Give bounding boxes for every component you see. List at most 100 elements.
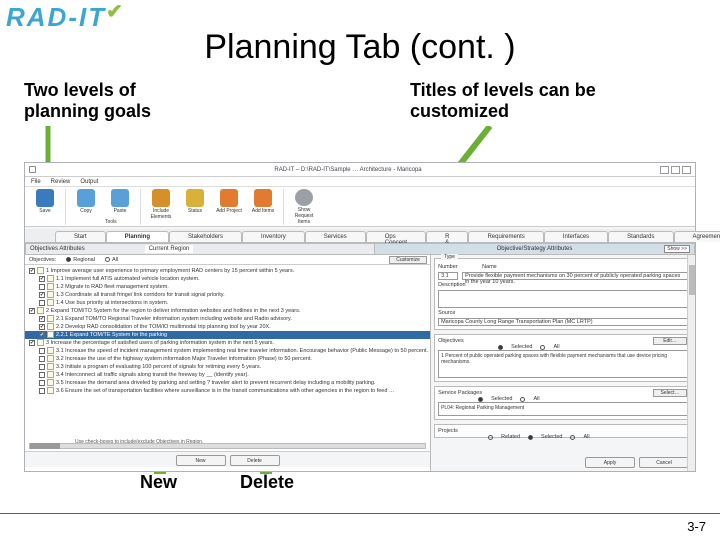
ribbon-add-items[interactable]: Add Items (247, 189, 279, 225)
tab-services[interactable]: Services (305, 231, 366, 242)
obj-radio-selected[interactable] (498, 345, 503, 350)
menu-review[interactable]: Review (51, 179, 71, 185)
minimize-icon[interactable] (660, 166, 669, 174)
objective-item[interactable]: 3 Increase the percentage of satisfied u… (25, 339, 430, 347)
new-button[interactable]: New (176, 455, 226, 466)
objective-text: 1.4 Use bus priority at intersections in… (56, 299, 168, 307)
source-input[interactable]: Maricopa County Long Range Transportatio… (438, 318, 688, 326)
edit-button[interactable]: Edit… (653, 337, 687, 345)
sp-listbox[interactable]: PL04: Regional Parking Management (438, 402, 688, 416)
objective-item[interactable]: 3.2 Increase the use of the highway syst… (25, 355, 430, 363)
tab-interfaces[interactable]: Interfaces (544, 231, 608, 242)
objective-item[interactable]: 1.2 Migrate to RAD fleet management syst… (25, 283, 430, 291)
maximize-icon[interactable] (671, 166, 680, 174)
checkbox-icon[interactable] (39, 284, 45, 290)
type-label: Type (441, 254, 458, 260)
ribbon-status[interactable]: Status (179, 189, 211, 225)
ribbon-include[interactable]: Include Elements (145, 189, 177, 225)
radio-all[interactable]: All (105, 257, 118, 263)
objective-item[interactable]: 1.4 Use bus priority at intersections in… (25, 299, 430, 307)
objective-item[interactable]: 3.5 Increase the demand area driveled by… (25, 379, 430, 387)
footer-rule (0, 513, 720, 514)
note-icon (47, 371, 54, 378)
note-icon (37, 339, 44, 346)
objective-item[interactable]: 3.4 Interconnect all traffic signals alo… (25, 371, 430, 379)
objective-item[interactable]: 2.2.1 Expand TOM/TE System for the parki… (25, 331, 430, 339)
objective-item[interactable]: 3.3 Initiate a program of evaluating 100… (25, 363, 430, 371)
ribbon-add-project[interactable]: Add Project (213, 189, 245, 225)
obj-listbox[interactable]: 1 Percent of public operated parking spa… (438, 350, 688, 378)
name-input[interactable]: Provide flexible payment mechanisms on 3… (462, 272, 688, 280)
objective-item[interactable]: 2 Expand TOM/TO System for the region to… (25, 307, 430, 315)
checkbox-icon[interactable] (39, 316, 45, 322)
sp-radio-all[interactable] (520, 397, 525, 402)
note-icon (47, 283, 54, 290)
sp-radio-selected[interactable] (478, 397, 483, 402)
tabbar[interactable]: Start Planning Stakeholders Inventory Se… (25, 229, 695, 243)
ribbon-show-request[interactable]: Show Request Items (288, 189, 320, 225)
objective-item[interactable]: 1 Improve average user experience to pri… (25, 267, 430, 275)
checkbox-icon[interactable] (39, 380, 45, 386)
cancel-button[interactable]: Cancel (639, 457, 689, 468)
window-title: RAD-IT – D:\RAD-IT\Sample … Architecture… (274, 167, 421, 173)
menu-output[interactable]: Output (80, 179, 98, 185)
checkbox-icon[interactable] (39, 348, 45, 354)
objectives-list[interactable]: 1 Improve average user experience to pri… (25, 267, 430, 395)
ribbon-copy[interactable]: Copy (70, 189, 102, 225)
checkbox-icon[interactable] (39, 332, 45, 338)
tab-start[interactable]: Start (55, 231, 106, 242)
checkbox-icon[interactable] (39, 372, 45, 378)
number-input[interactable]: 3.1 (438, 272, 458, 280)
objective-text: 2.2.1 Expand TOM/TE System for the parki… (56, 331, 167, 339)
checkbox-icon[interactable] (29, 340, 35, 346)
checkbox-icon[interactable] (29, 308, 35, 314)
objective-item[interactable]: 2.2 Develop RAD consolidation of the TOM… (25, 323, 430, 331)
radio-regional[interactable]: Regional (66, 257, 95, 263)
objective-item[interactable]: 1.3 Coordinate all transit fringe/ link … (25, 291, 430, 299)
proj-radio-selected[interactable] (528, 435, 533, 440)
ribbon-save[interactable]: Save (29, 189, 61, 225)
desc-input[interactable] (438, 290, 688, 308)
objective-item[interactable]: 1.1 Implement full ATIS automated vehicl… (25, 275, 430, 283)
proj-radio-all[interactable] (570, 435, 575, 440)
tab-ops[interactable]: Ops Concept (366, 231, 426, 242)
checkbox-icon[interactable] (39, 292, 45, 298)
show-toggle[interactable]: Show >> (664, 245, 690, 253)
menubar[interactable]: File Review Output (25, 177, 695, 187)
current-region-label: Current Region (145, 245, 194, 253)
obj-radio-all[interactable] (540, 345, 545, 350)
checkbox-icon[interactable] (39, 388, 45, 394)
menu-file[interactable]: File (31, 179, 41, 185)
apply-button[interactable]: Apply (585, 457, 635, 468)
tab-stakeholders[interactable]: Stakeholders (169, 231, 242, 242)
tab-standards[interactable]: Standards (608, 231, 673, 242)
tab-planning[interactable]: Planning (106, 231, 169, 242)
customize-button[interactable]: Customize (389, 256, 427, 264)
note-icon (47, 299, 54, 306)
h-scrollbar[interactable] (29, 443, 426, 449)
checkbox-icon[interactable] (29, 268, 35, 274)
checkbox-icon[interactable] (39, 356, 45, 362)
tab-inventory[interactable]: Inventory (242, 231, 305, 242)
tab-rr[interactable]: R & R (426, 231, 468, 242)
close-icon[interactable] (682, 166, 691, 174)
checkbox-icon[interactable] (39, 324, 45, 330)
delete-button[interactable]: Delete (230, 455, 280, 466)
tab-agreements[interactable]: Agreements (674, 231, 720, 242)
tab-req[interactable]: Requirements (468, 231, 543, 242)
source-label: Source (438, 310, 478, 316)
proj-radio-related[interactable] (488, 435, 493, 440)
objective-text: 3.4 Interconnect all traffic signals alo… (56, 371, 249, 379)
window-controls[interactable] (660, 166, 691, 174)
checkbox-icon[interactable] (39, 364, 45, 370)
v-scrollbar[interactable] (687, 255, 695, 471)
objective-item[interactable]: 3.6 Ensure the set of transportation fac… (25, 387, 430, 395)
checkbox-icon[interactable] (39, 300, 45, 306)
name-label: Name (482, 264, 522, 270)
select-button[interactable]: Select… (653, 389, 687, 397)
checkbox-icon[interactable] (39, 276, 45, 282)
objective-item[interactable]: 3.1 Increase the speed of incident manag… (25, 347, 430, 355)
note-icon (47, 363, 54, 370)
note-icon (37, 267, 44, 274)
objective-item[interactable]: 2.1 Expand TOM/TO Regional Traveler info… (25, 315, 430, 323)
